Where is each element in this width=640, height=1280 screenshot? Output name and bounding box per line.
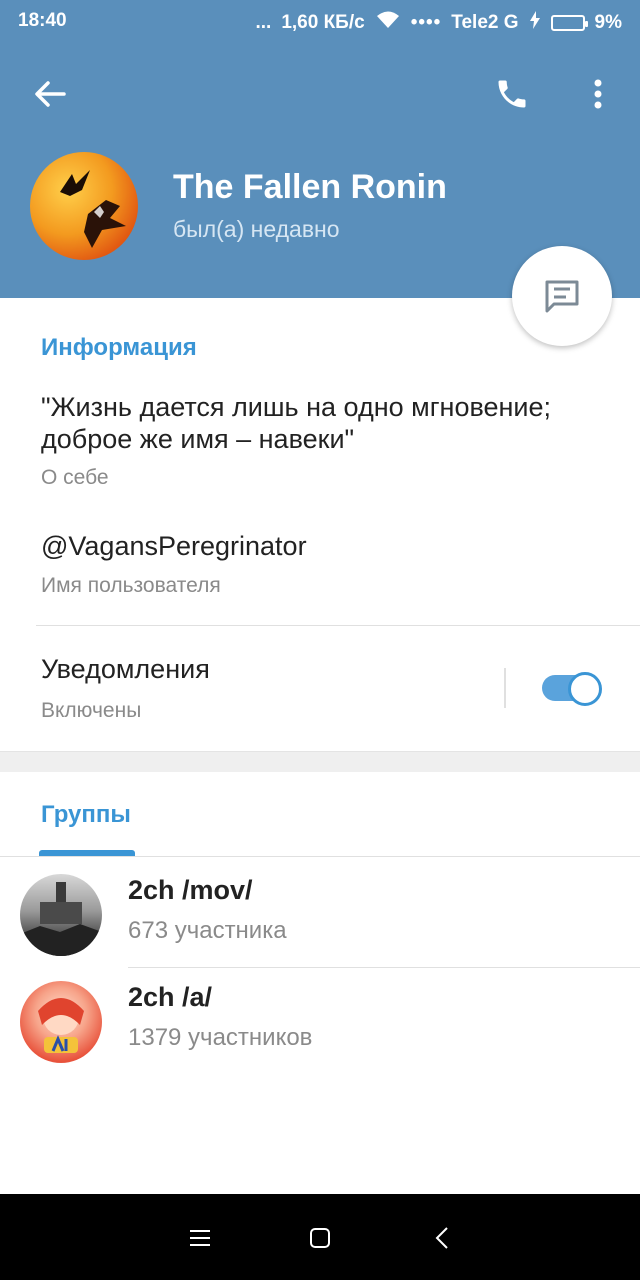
status-indicators: ... 1,60 КБ/с •••• Tele2 G 9% bbox=[255, 10, 622, 36]
battery-icon bbox=[550, 15, 588, 31]
menu-icon[interactable] bbox=[178, 1216, 222, 1260]
status-bar: 18:40 ... 1,60 КБ/с •••• Tele2 G 9% bbox=[0, 0, 640, 44]
network-speed: 1,60 КБ/с bbox=[281, 12, 365, 33]
bio-text-line1[interactable]: "Жизнь дается лишь на одно мгновение; bbox=[41, 392, 551, 423]
back-arrow-icon[interactable] bbox=[26, 70, 74, 118]
group-avatar bbox=[20, 874, 102, 956]
signal-dots-icon: •••• bbox=[410, 12, 442, 33]
wifi-icon bbox=[375, 10, 401, 36]
tab-groups[interactable]: Группы bbox=[41, 801, 131, 829]
notifications-status: Включены bbox=[41, 699, 142, 722]
group-list-item[interactable]: 2ch /a/ 1379 участников bbox=[0, 962, 640, 1068]
home-icon[interactable] bbox=[298, 1216, 342, 1260]
profile-avatar[interactable] bbox=[30, 152, 138, 260]
profile-name: The Fallen Ronin bbox=[173, 168, 447, 206]
back-icon[interactable] bbox=[420, 1216, 464, 1260]
charging-icon bbox=[529, 11, 541, 35]
group-name: 2ch /a/ bbox=[128, 982, 213, 1012]
send-message-button[interactable] bbox=[512, 246, 612, 346]
message-icon bbox=[545, 280, 579, 313]
username-label: Имя пользователя bbox=[41, 574, 221, 597]
group-name: 2ch /mov/ bbox=[128, 875, 253, 905]
bio-text-line2[interactable]: доброе же имя – навеки" bbox=[41, 424, 354, 455]
crow-silhouette-icon bbox=[60, 170, 126, 248]
last-seen-status: был(а) недавно bbox=[173, 216, 340, 242]
divider bbox=[36, 625, 640, 626]
group-member-count: 673 участника bbox=[128, 917, 287, 944]
bio-label: О себе bbox=[41, 466, 109, 489]
group-list-item[interactable]: 2ch /mov/ 673 участника bbox=[0, 855, 640, 961]
username-value[interactable]: @VagansPeregrinator bbox=[41, 531, 307, 562]
toggle-knob[interactable] bbox=[568, 672, 602, 706]
section-separator bbox=[0, 751, 640, 772]
status-time: 18:40 bbox=[18, 10, 67, 31]
notifications-title[interactable]: Уведомления bbox=[41, 654, 210, 685]
more-vertical-icon[interactable] bbox=[574, 70, 622, 118]
toggle-separator bbox=[504, 668, 506, 708]
info-section-title: Информация bbox=[41, 334, 197, 361]
status-dots: ... bbox=[255, 12, 272, 33]
battery-level: 9% bbox=[594, 12, 622, 33]
system-navigation-bar bbox=[0, 1194, 640, 1280]
group-member-count: 1379 участников bbox=[128, 1024, 313, 1051]
carrier-name: Tele2 G bbox=[451, 12, 519, 33]
group-avatar bbox=[20, 981, 102, 1063]
phone-call-icon[interactable] bbox=[488, 70, 536, 118]
